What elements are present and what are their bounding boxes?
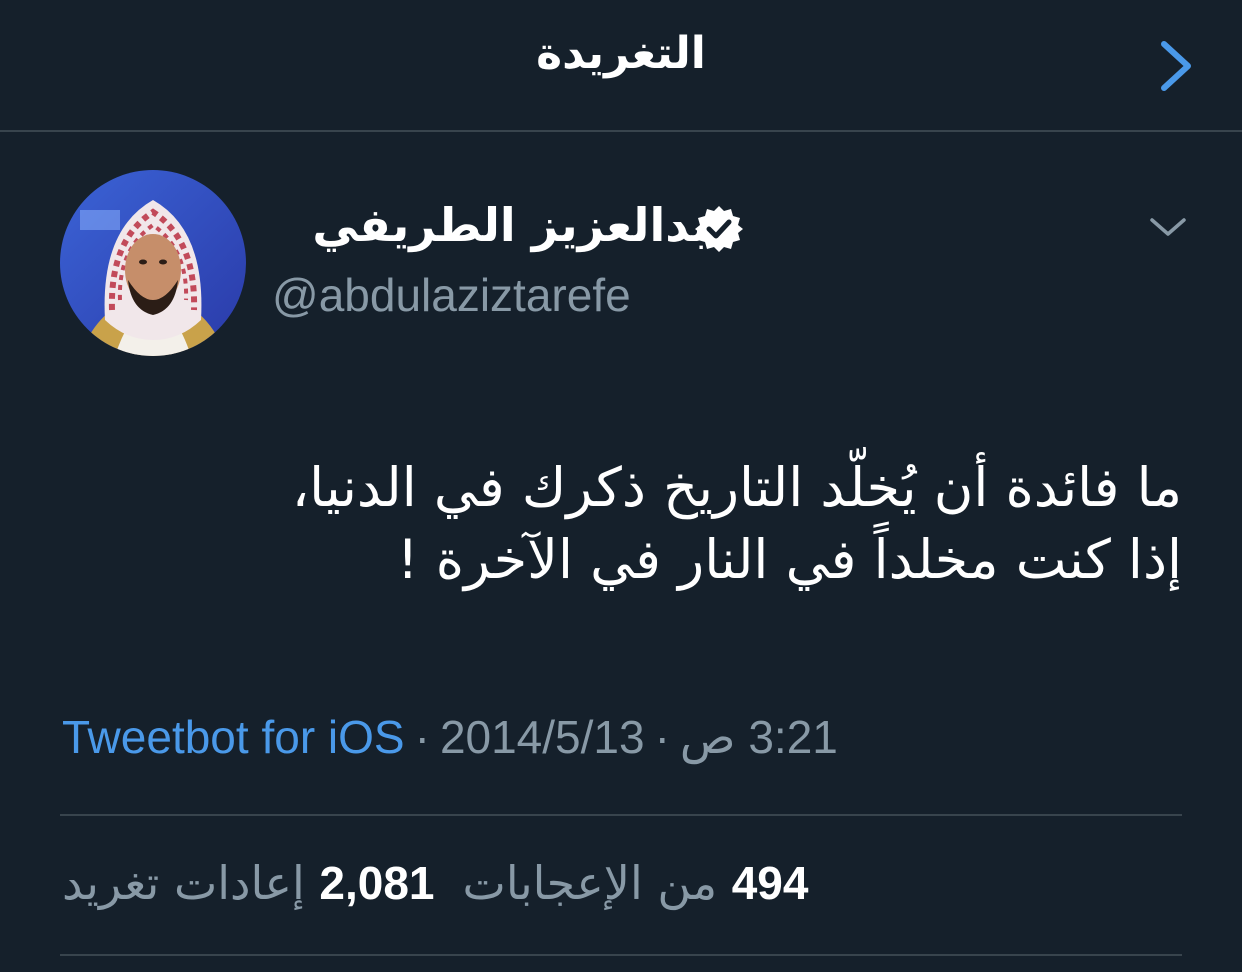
author-name[interactable]: عبدالعزيز الطريفي xyxy=(312,198,742,252)
separator: · xyxy=(654,711,670,763)
chevron-down-icon xyxy=(1150,218,1186,236)
tweet-time: 3:21 ص xyxy=(679,711,838,763)
tweet-date: 2014/5/13 xyxy=(439,711,645,763)
tweet-stats: 2,081 إعادات تغريد 494 من الإعجابات xyxy=(62,856,808,910)
retweets-label: إعادات تغريد xyxy=(62,856,305,910)
chevron-right-icon xyxy=(1161,41,1191,91)
divider xyxy=(60,954,1182,956)
top-navigation-bar: التغريدة xyxy=(0,0,1242,132)
likes-count: 494 xyxy=(731,857,809,909)
verified-badge-icon xyxy=(694,204,744,254)
tweet-text-line: ما فائدة أن يُخلّد التاريخ ذكرك في الدني… xyxy=(291,456,1182,519)
avatar-image xyxy=(60,170,246,356)
back-button[interactable] xyxy=(1150,36,1206,96)
retweets-stat[interactable]: 2,081 إعادات تغريد xyxy=(62,856,435,910)
tweet-menu-button[interactable] xyxy=(1148,212,1188,242)
tweet-metadata: Tweetbot for iOS · 2014/5/13 · 3:21 ص xyxy=(62,710,838,764)
divider xyxy=(60,814,1182,816)
author-handle[interactable]: @abdulaziztarefe xyxy=(272,268,631,322)
retweets-count: 2,081 xyxy=(319,857,435,909)
page-title: التغريدة xyxy=(536,28,706,79)
likes-stat[interactable]: 494 من الإعجابات xyxy=(463,856,809,910)
separator: · xyxy=(414,711,430,763)
tweet-body: ما فائدة أن يُخلّد التاريخ ذكرك في الدني… xyxy=(60,452,1182,596)
avatar[interactable] xyxy=(60,170,246,356)
tweet-text-line: إذا كنت مخلداً في النار في الآخرة ! xyxy=(396,528,1182,591)
likes-label: من الإعجابات xyxy=(462,856,718,910)
tweet-source-link[interactable]: Tweetbot for iOS xyxy=(62,711,405,763)
